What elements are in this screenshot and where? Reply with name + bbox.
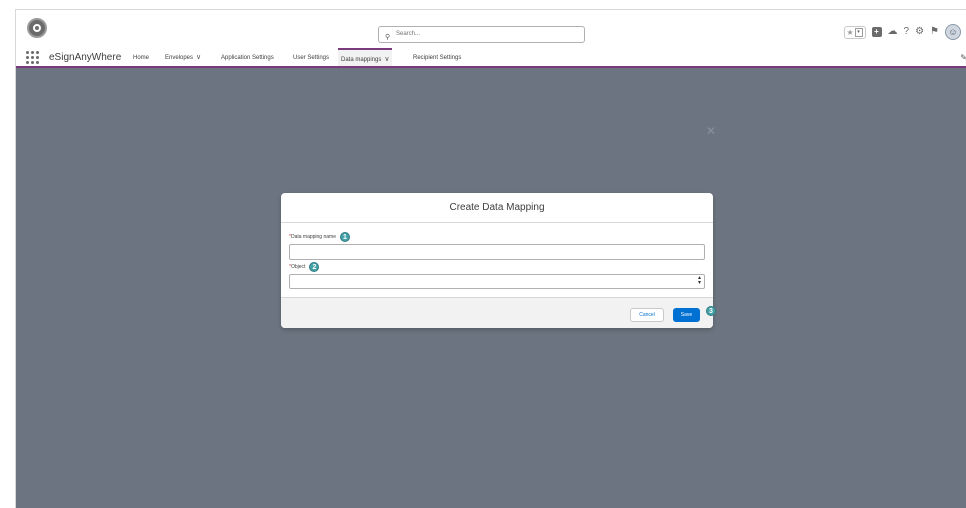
favorites-star-icon[interactable]: ★ <box>847 28 854 37</box>
edit-nav-icon[interactable]: ✎ <box>960 53 966 62</box>
field-label-object: *Object 2 <box>289 262 705 272</box>
label-text: Object <box>290 264 306 270</box>
search-placeholder: Search... <box>396 31 421 37</box>
nav-item-label: Home <box>133 55 150 61</box>
gear-icon[interactable]: ⚙ <box>915 26 924 38</box>
search-icon: ⚲ <box>385 34 391 41</box>
close-icon[interactable]: ✕ <box>706 124 716 138</box>
global-header: ⚲ Search... ★ ▾ + ☁ ? ⚙ ⚑ ☺ <box>16 10 966 48</box>
nav-item-label: Recipient Settings <box>413 55 462 61</box>
nav-item-recipient-settings[interactable]: Recipient Settings <box>413 54 461 62</box>
avatar[interactable]: ☺ <box>945 24 961 40</box>
step-badge: 3 <box>706 306 716 316</box>
nav-item-home[interactable]: Home <box>133 54 149 62</box>
step-badge: 2 <box>309 262 320 272</box>
header-utility-icons: ★ ▾ + ☁ ? ⚙ ⚑ ☺ <box>843 23 961 41</box>
nav-item-label: User Settings <box>293 55 330 61</box>
cancel-button[interactable]: Cancel <box>630 308 664 322</box>
modal-body: *Data mapping name 1 *Object 2 ▴ ▾ <box>281 223 713 297</box>
app-window: ⚲ Search... ★ ▾ + ☁ ? ⚙ ⚑ ☺ eSignAnyWher… <box>15 9 966 508</box>
help-icon[interactable]: ? <box>904 26 910 38</box>
chevron-down-icon[interactable]: ∨ <box>384 56 389 63</box>
app-name: eSignAnyWhere <box>49 52 122 63</box>
nav-item-application-settings[interactable]: Application Settings <box>221 54 274 62</box>
chevron-down-icon[interactable]: ∨ <box>196 54 201 61</box>
nav-item-label: Application Settings <box>221 55 274 61</box>
nav-item-user-settings[interactable]: User Settings <box>293 54 329 62</box>
app-logo[interactable] <box>27 18 47 38</box>
cloud-icon[interactable]: ☁ <box>888 26 898 38</box>
bell-icon[interactable]: ⚑ <box>930 26 939 38</box>
plus-icon[interactable]: + <box>871 27 882 37</box>
nav-item-envelopes[interactable]: Envelopes ∨ <box>165 54 201 62</box>
data-mapping-name-input[interactable] <box>289 244 705 260</box>
modal-title: Create Data Mapping <box>281 193 713 223</box>
modal-footer: Cancel Save <box>281 297 713 328</box>
app-navigation-bar: eSignAnyWhere Home Envelopes ∨ Applicatio… <box>16 48 966 68</box>
select-arrows-icon[interactable]: ▴ ▾ <box>698 275 701 286</box>
create-data-mapping-modal: Create Data Mapping *Data mapping name 1… <box>281 193 713 328</box>
search-input[interactable]: ⚲ Search... <box>378 26 585 43</box>
object-select[interactable]: ▴ ▾ <box>289 274 705 289</box>
app-launcher-icon[interactable] <box>26 51 39 64</box>
nav-item-label: Envelopes <box>165 55 194 61</box>
favorites-dropdown-icon[interactable]: ▾ <box>854 27 863 37</box>
label-text: Data mapping name <box>290 234 336 240</box>
step-badge: 1 <box>339 232 350 242</box>
favorites-control[interactable]: ★ ▾ <box>843 25 866 39</box>
nav-item-label: Data mappings <box>341 57 382 63</box>
nav-item-data-mappings[interactable]: Data mappings ∨ <box>338 48 393 66</box>
field-label-data-mapping-name: *Data mapping name 1 <box>289 232 705 242</box>
save-button[interactable]: Save <box>673 308 700 322</box>
